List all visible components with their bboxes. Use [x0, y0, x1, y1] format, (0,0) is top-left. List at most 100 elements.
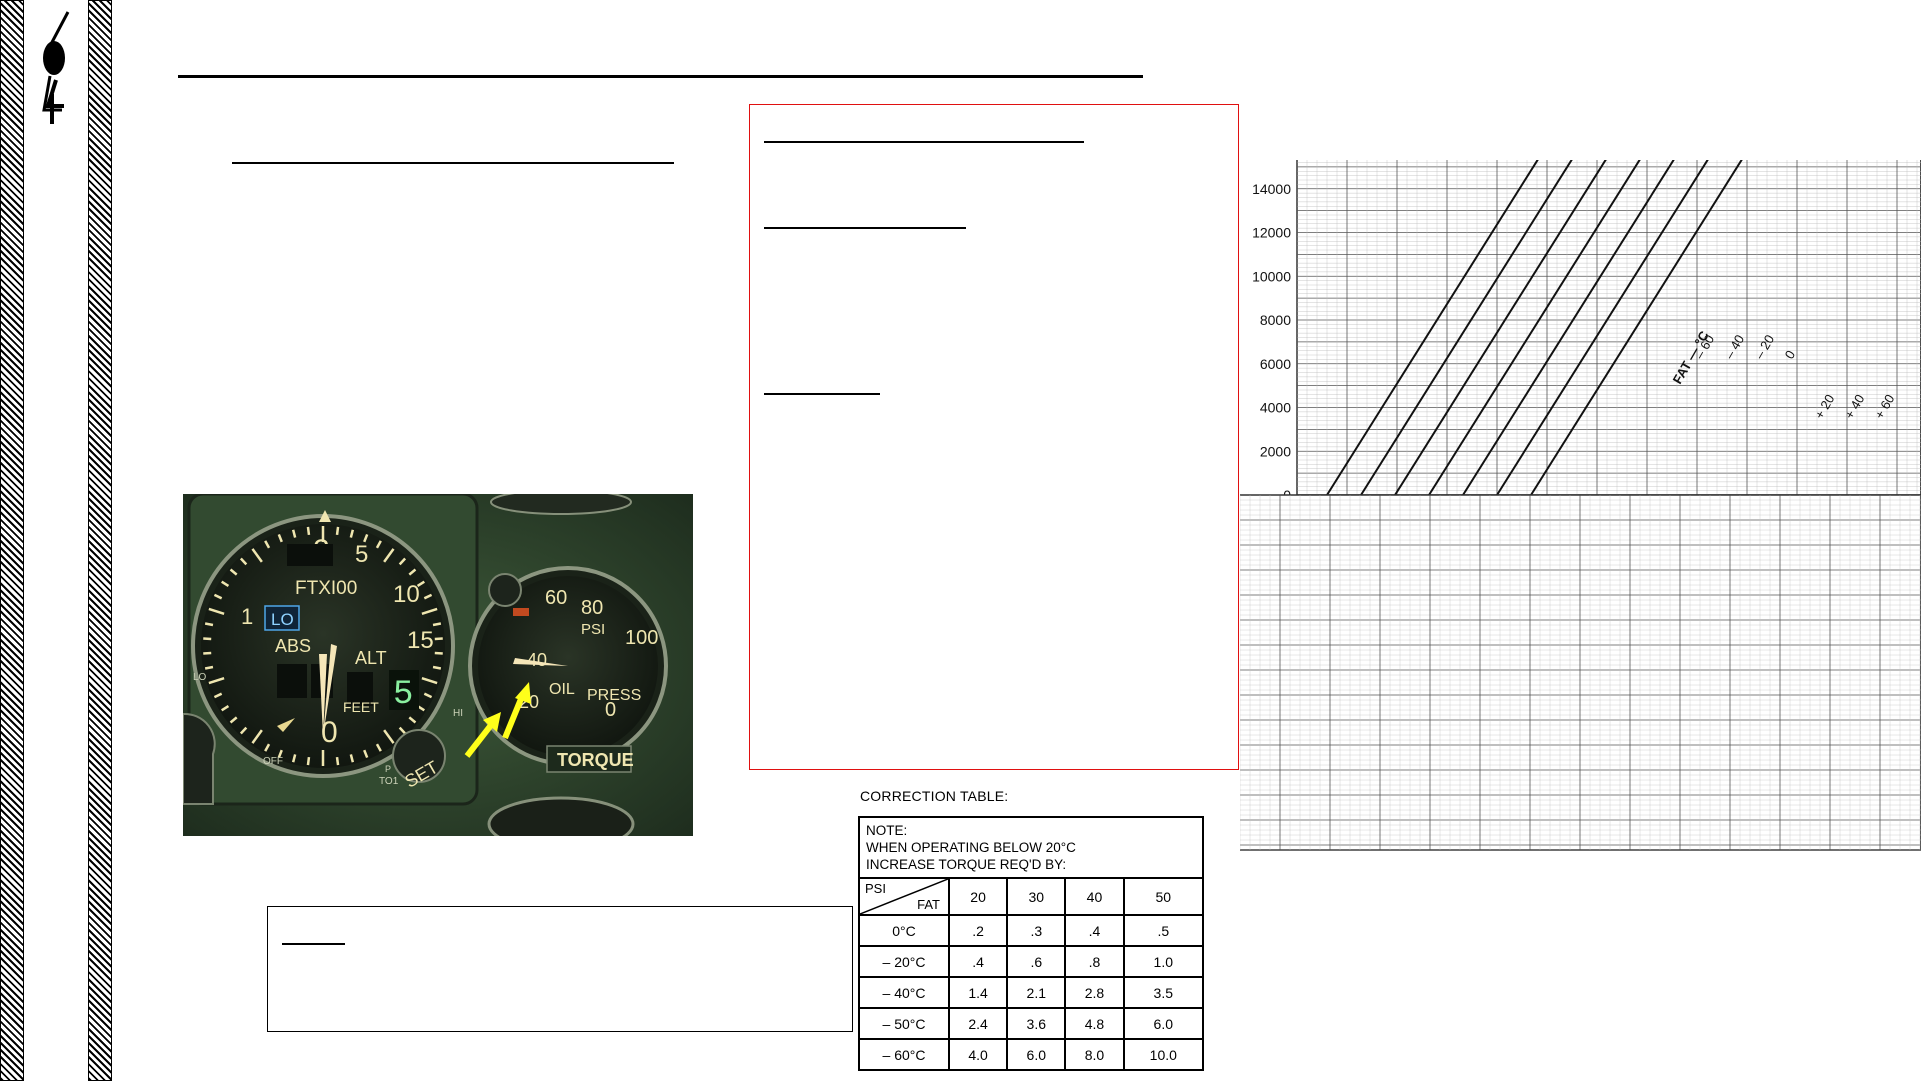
alt-scale-15: 15 — [407, 627, 434, 654]
alt-tick — [335, 526, 340, 536]
table-cell: 1.0 — [1122, 945, 1205, 978]
torque-plate-label: TORQUE — [557, 750, 634, 770]
alt-tick — [432, 622, 442, 627]
torque-scale-60: 60 — [545, 587, 567, 609]
torque-scale-40: 40 — [527, 650, 547, 670]
table-cell: 6.0 — [1122, 1007, 1205, 1040]
correction-note: NOTE: WHEN OPERATING BELOW 20°C INCREASE… — [858, 816, 1204, 879]
table-cell: .6 — [1006, 945, 1067, 978]
table-row: – 40°C 1.4 2.1 2.8 3.5 — [858, 976, 1205, 1009]
table-cell: .4 — [947, 945, 1009, 978]
row-header: – 20°C — [858, 945, 950, 978]
alt-tick — [434, 637, 443, 641]
table-cell: .3 — [1006, 914, 1067, 947]
table-cell: 6.0 — [1006, 1038, 1067, 1071]
off-label: OFF — [263, 756, 283, 767]
panel-heading-rule-1 — [764, 141, 1084, 143]
corner-fat: FAT — [917, 897, 940, 912]
lower-plot-area — [1240, 494, 1921, 851]
cockpit-gauges-photo: 2 5 10 15 0 1 FTXI00 LO ABS ALT 5 FEET L… — [183, 494, 693, 836]
alt-tick — [434, 651, 443, 655]
hover-performance-chart: 0200040006000800010000120001400016000PRE… — [1240, 160, 1921, 851]
alt-abs-label: ABS — [275, 636, 311, 656]
right-hatched-border — [88, 0, 112, 1081]
table-row: – 20°C .4 .6 .8 1.0 — [858, 945, 1205, 978]
table-cell: .4 — [1064, 914, 1125, 947]
lo-badge: LO — [271, 610, 294, 629]
table-corner-cell: PSI FAT — [858, 877, 950, 916]
table-row: – 50°C 2.4 3.6 4.8 6.0 — [858, 1007, 1205, 1040]
table-row: – 60°C 4.0 6.0 8.0 10.0 — [858, 1038, 1205, 1071]
alt-scale-1: 1 — [241, 604, 253, 629]
correction-table: NOTE: WHEN OPERATING BELOW 20°C INCREASE… — [858, 816, 1205, 1071]
alt-scale-10: 10 — [393, 581, 420, 608]
alt-alt-label: ALT — [355, 648, 387, 668]
row-header: – 60°C — [858, 1038, 950, 1071]
panel-heading-rule-2 — [764, 227, 966, 229]
left-knob[interactable] — [183, 712, 216, 805]
table-cell: 4.8 — [1064, 1007, 1125, 1040]
y-tick-label: 2000 — [1260, 443, 1291, 459]
to1-label: TO1 — [379, 776, 399, 787]
note-line-1: NOTE: — [866, 823, 908, 838]
torque-psi-label: PSI — [581, 621, 605, 638]
alt-model: FTXI00 — [295, 578, 357, 599]
column-header: 50 — [1122, 877, 1205, 916]
table-cell: 1.4 — [947, 976, 1009, 1009]
note-line-2: WHEN OPERATING BELOW 20°C — [866, 840, 1076, 855]
helicopter-logo-icon — [42, 11, 70, 124]
left-hatched-border — [0, 0, 24, 1081]
alt-tick — [306, 756, 311, 766]
correction-table-title: CORRECTION TABLE: — [860, 788, 1009, 804]
corner-psi: PSI — [865, 881, 886, 896]
table-cell: 8.0 — [1064, 1038, 1125, 1071]
y-axis-label: PRESSURE ALTITUDE — FEET — [1240, 216, 1242, 423]
alt-tick — [204, 622, 214, 627]
table-cell: 4.0 — [947, 1038, 1009, 1071]
table-cell: .8 — [1064, 945, 1125, 978]
alt-tick — [335, 756, 340, 766]
table-cell: .5 — [1122, 914, 1205, 947]
procedure-panel — [749, 104, 1239, 770]
table-cell: 3.5 — [1122, 976, 1205, 1009]
table-cell: 2.4 — [947, 1007, 1009, 1040]
section-heading-rule — [232, 162, 674, 164]
row-header: 0°C — [858, 914, 950, 947]
page-footer — [340, 1072, 1840, 1081]
alt-tick — [204, 665, 214, 670]
page-title-rule — [178, 75, 1143, 78]
row-header: – 40°C — [858, 976, 950, 1009]
y-tick-label: 14000 — [1252, 181, 1291, 197]
note-line-3: INCREASE TORQUE REQ'D BY: — [866, 857, 1067, 872]
oil-label: OIL — [549, 681, 575, 698]
correction-table-block: CORRECTION TABLE: NOTE: WHEN OPERATING B… — [858, 788, 1205, 1071]
table-cell: 3.6 — [1006, 1007, 1067, 1040]
alt-tick — [432, 665, 442, 670]
column-header: 30 — [1006, 877, 1067, 916]
column-header: 20 — [947, 877, 1009, 916]
alt-scale-5: 5 — [355, 541, 368, 568]
alt-digital-digit: 5 — [393, 676, 413, 714]
alt-tick — [306, 526, 311, 536]
panel-heading-rule-3 — [764, 393, 880, 395]
y-tick-label: 6000 — [1260, 356, 1291, 372]
press-label: PRESS — [587, 687, 641, 704]
table-cell: .2 — [947, 914, 1009, 947]
note-heading-rule — [282, 943, 345, 945]
y-tick-label: 10000 — [1252, 268, 1291, 284]
table-row: 0°C .2 .3 .4 .5 — [858, 914, 1205, 947]
alt-tick — [203, 637, 212, 641]
torque-scale-80: 80 — [581, 597, 603, 619]
table-cell: 2.1 — [1006, 976, 1067, 1009]
alt-tick — [203, 651, 212, 655]
table-cell: 2.8 — [1064, 976, 1125, 1009]
y-tick-label: 8000 — [1260, 312, 1291, 328]
note-box — [267, 906, 853, 1032]
row-header: – 50°C — [858, 1007, 950, 1040]
lo-label: LO — [193, 672, 207, 683]
p-label: P — [385, 764, 391, 774]
table-cell: 10.0 — [1122, 1038, 1205, 1071]
y-tick-label: 4000 — [1260, 400, 1291, 416]
y-tick-label: 12000 — [1252, 225, 1291, 241]
alt-unit: FEET — [343, 699, 379, 715]
